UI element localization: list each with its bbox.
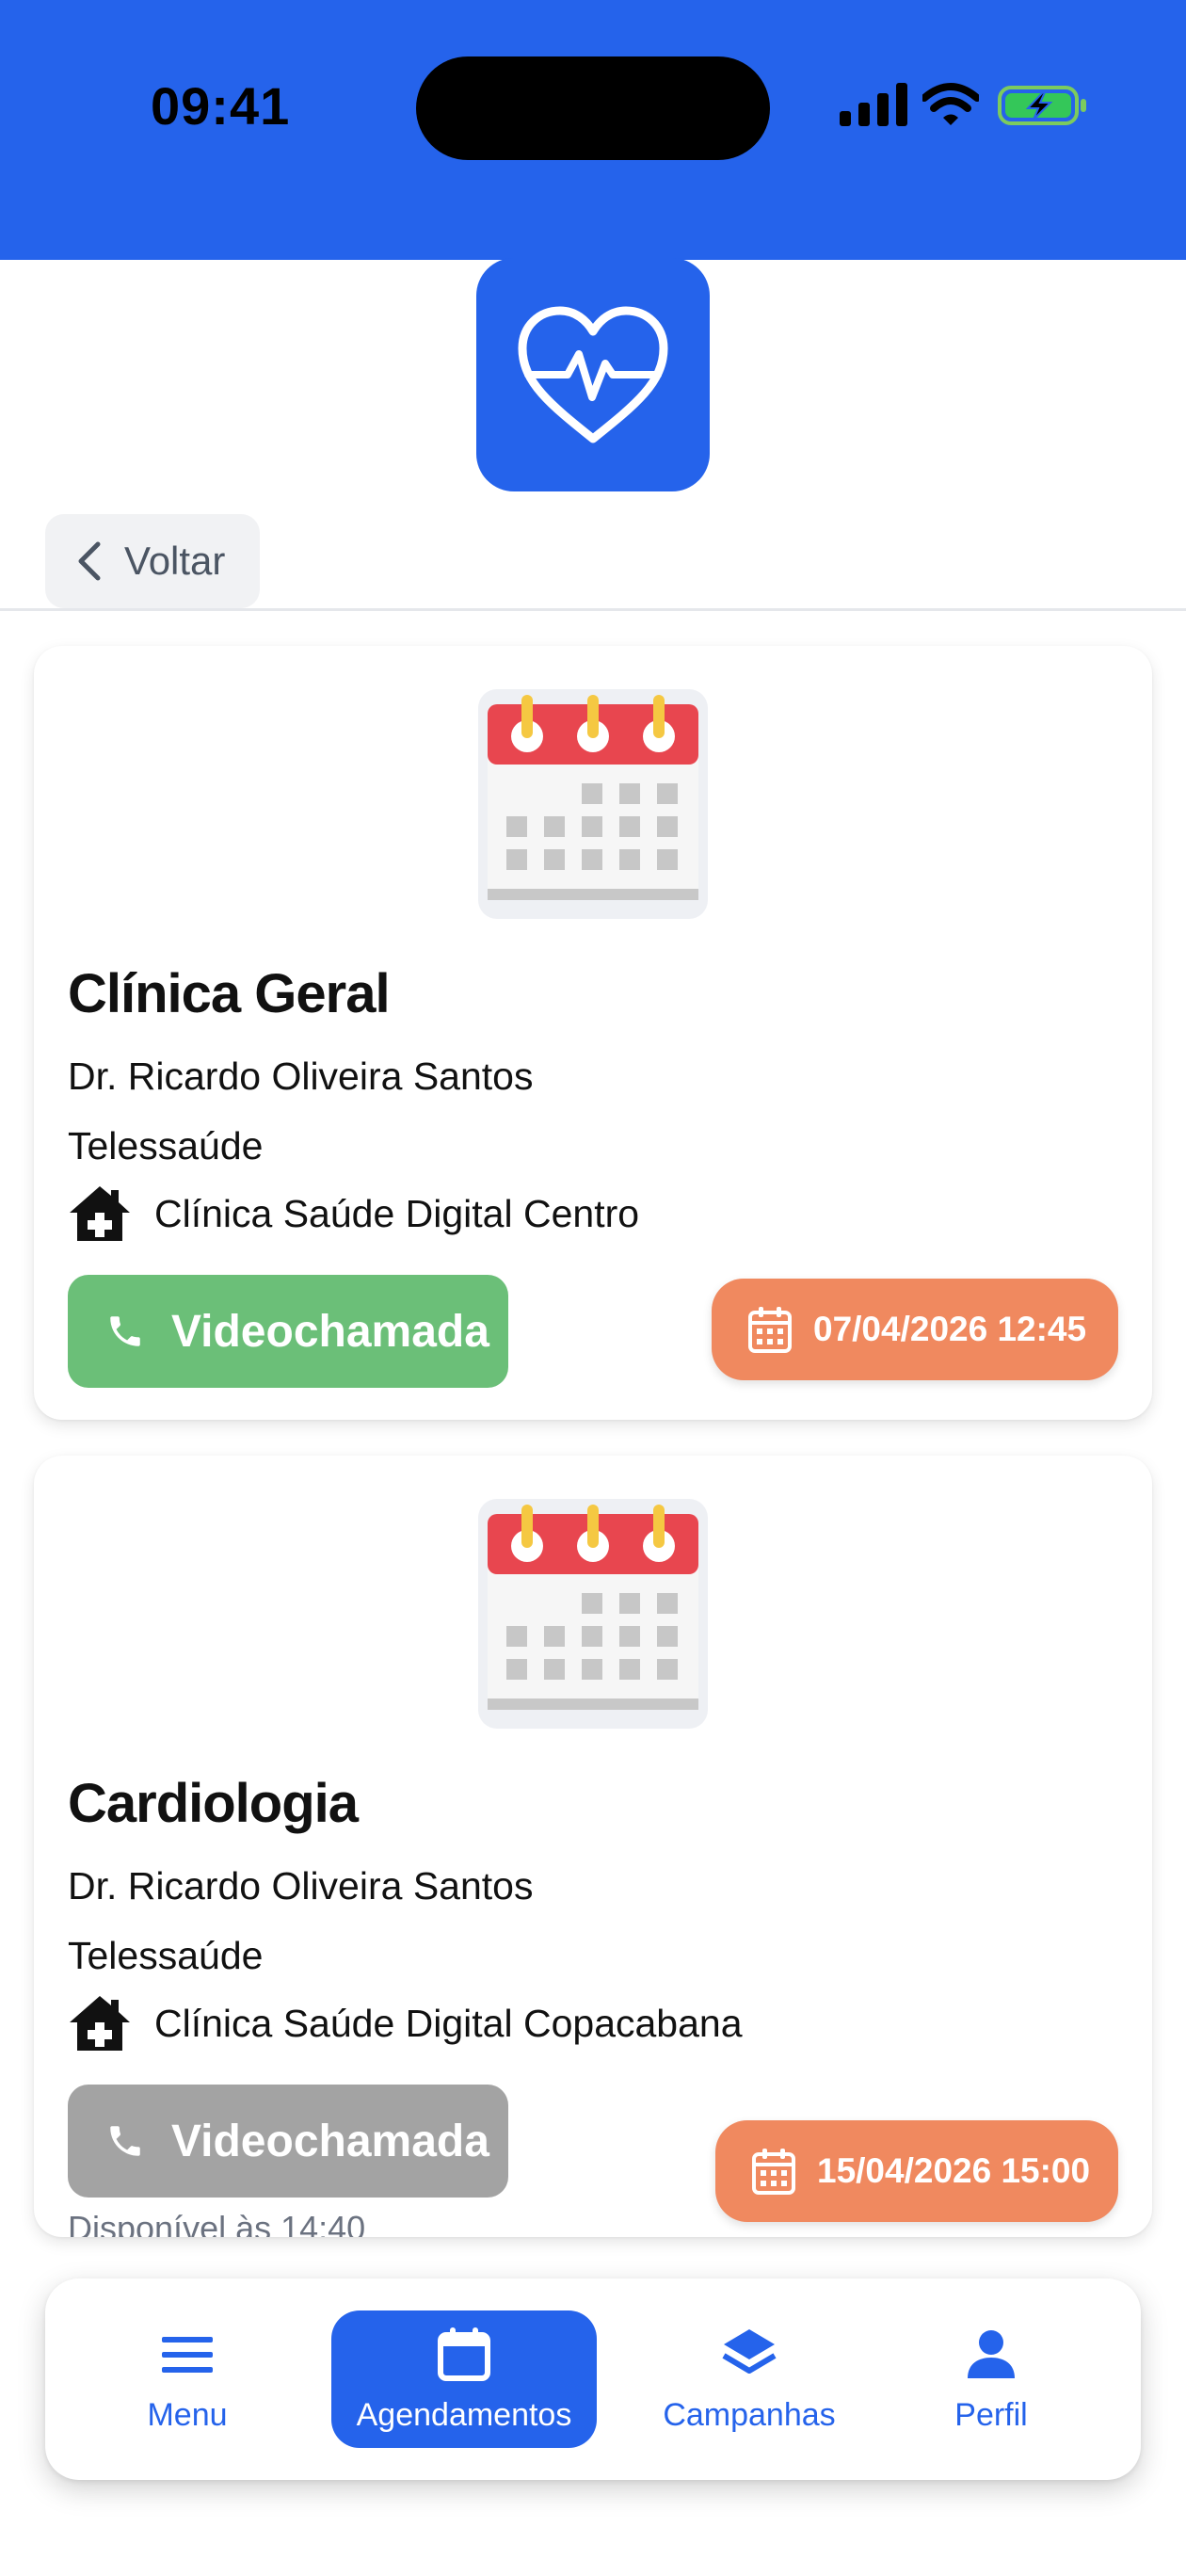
clinic-name: Clínica Saúde Digital Copacabana	[154, 2001, 743, 2045]
layers-icon	[722, 2328, 777, 2374]
appointment-card: Clínica Geral Dr. Ricardo Oliveira Santo…	[34, 646, 1152, 1420]
clinic-row: Clínica Saúde Digital Centro	[68, 1183, 639, 1245]
battery-charging-icon	[998, 86, 1086, 125]
menu-icon	[162, 2336, 213, 2373]
nav-item-label: Campanhas	[663, 2396, 836, 2433]
nav-item-campanhas[interactable]: Campanhas	[623, 2310, 875, 2448]
heart-pulse-icon	[518, 306, 668, 443]
calendar-icon	[478, 1499, 708, 1729]
nav-item-menu[interactable]: Menu	[102, 2310, 273, 2448]
clinic-name: Clínica Saúde Digital Centro	[154, 1191, 640, 1235]
specialty-title: Clínica Geral	[68, 963, 391, 1024]
specialty-title: Cardiologia	[68, 1773, 359, 1834]
availability-note: Disponível às 14:40	[68, 2209, 366, 2237]
date-badge: 15/04/2026 15:00	[715, 2120, 1118, 2222]
appointment-card: Cardiologia Dr. Ricardo Oliveira Santos …	[34, 1456, 1152, 2237]
appointment-type: Telessaúde	[68, 1934, 264, 1977]
calendar-small-icon	[748, 1307, 792, 1353]
nav-item-agendamentos[interactable]: Agendamentos	[331, 2310, 597, 2448]
header-divider	[0, 608, 1186, 611]
app-logo	[476, 258, 710, 491]
clinic-house-icon	[70, 1186, 130, 1241]
calendar-icon	[438, 2326, 490, 2381]
user-icon	[968, 2329, 1015, 2378]
clinic-house-icon	[70, 1996, 130, 2051]
clinic-row: Clínica Saúde Digital Copacabana	[68, 1992, 743, 2054]
chevron-left-icon	[78, 541, 101, 581]
nav-item-label: Perfil	[954, 2396, 1028, 2433]
status-time: 09:41	[151, 76, 291, 136]
back-button[interactable]: Voltar	[45, 514, 260, 608]
video-call-label: Videochamada	[171, 1306, 489, 1357]
wifi-icon	[922, 83, 979, 125]
appointment-datetime: 15/04/2026 15:00	[817, 2151, 1091, 2190]
video-call-button[interactable]: Videochamada	[68, 2085, 508, 2198]
cellular-signal-icon	[840, 83, 907, 126]
doctor-name: Dr. Ricardo Oliveira Santos	[68, 1055, 534, 1098]
video-call-label: Videochamada	[171, 2116, 489, 2166]
date-badge: 07/04/2026 12:45	[712, 1279, 1118, 1380]
calendar-small-icon	[752, 2149, 795, 2195]
bottom-navigation: Menu Agendamentos Campanhas Perfil	[45, 2278, 1141, 2480]
appointment-datetime: 07/04/2026 12:45	[813, 1310, 1087, 1348]
doctor-name: Dr. Ricardo Oliveira Santos	[68, 1864, 534, 1908]
nav-item-label: Agendamentos	[356, 2396, 572, 2433]
back-button-label: Voltar	[124, 539, 226, 583]
nav-item-label: Menu	[147, 2396, 228, 2433]
phone-icon	[110, 2126, 140, 2156]
appointment-type: Telessaúde	[68, 1124, 264, 1167]
nav-item-perfil[interactable]: Perfil	[902, 2310, 1081, 2448]
calendar-icon	[478, 689, 708, 919]
dynamic-island	[416, 56, 770, 160]
video-call-button[interactable]: Videochamada	[68, 1275, 508, 1388]
status-bar: 09:41	[0, 0, 1186, 260]
phone-icon	[110, 1316, 140, 1346]
